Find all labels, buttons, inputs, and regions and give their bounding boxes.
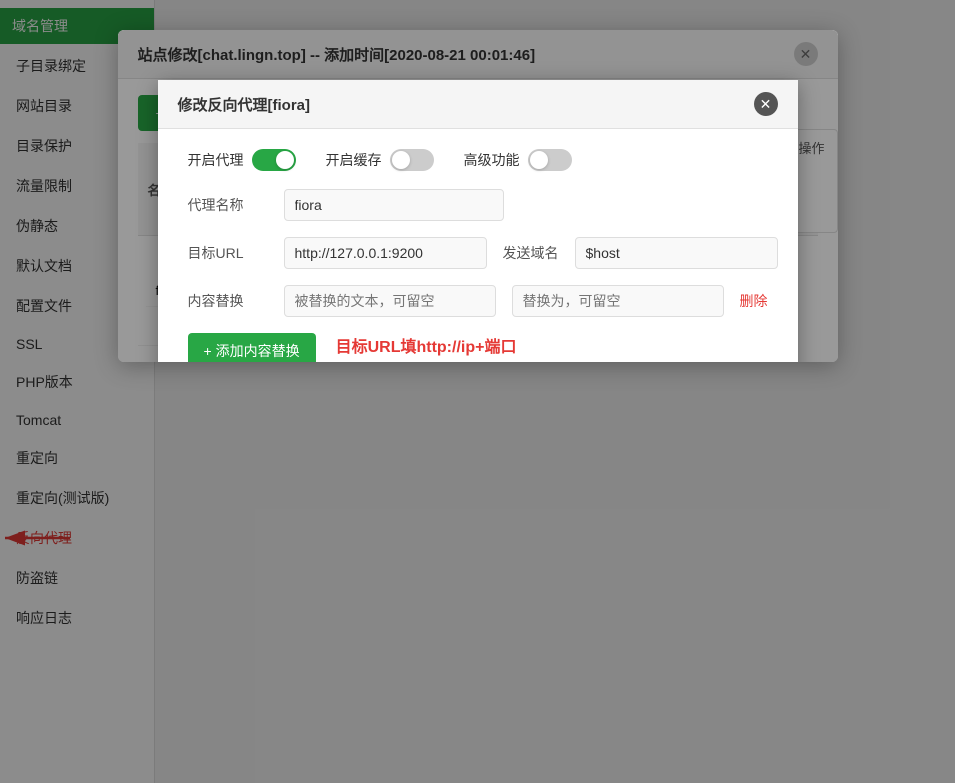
enable-proxy-toggle[interactable] (252, 149, 296, 171)
enable-cache-toggle[interactable] (390, 149, 434, 171)
enable-proxy-group: 开启代理 (188, 149, 296, 171)
enable-cache-label: 开启缓存 (326, 150, 382, 170)
content-replace-label: 内容替换 (188, 291, 268, 311)
arrow-1 (813, 134, 838, 214)
callout-text: 目标URL填http://ip+端口发送域名自动生成 (336, 335, 517, 362)
inner-dialog-body: 开启代理 开启缓存 高级功能 (158, 129, 798, 362)
outer-modal-overlay: 站点修改[chat.lingn.top] -- 添加时间[2020-08-21 … (0, 0, 955, 783)
target-url-row: 目标URL 发送域名 (188, 237, 768, 269)
advanced-group: 高级功能 (464, 149, 572, 171)
inner-dialog-header: 修改反向代理[fiora] ✕ (158, 80, 798, 129)
enable-proxy-label: 开启代理 (188, 150, 244, 170)
outer-dialog: 站点修改[chat.lingn.top] -- 添加时间[2020-08-21 … (118, 30, 838, 362)
advanced-toggle[interactable] (528, 149, 572, 171)
advanced-knob (530, 151, 548, 169)
content-replace-input-from[interactable] (284, 285, 496, 317)
target-url-input[interactable] (284, 237, 487, 269)
inner-modal-overlay: 修改反向代理[fiora] ✕ 开启代理 开启缓存 (118, 30, 838, 362)
content-replace-input-to[interactable] (512, 285, 724, 317)
send-domain-input[interactable] (575, 237, 778, 269)
inner-dialog-title: 修改反向代理[fiora] (178, 94, 311, 115)
inner-dialog: 修改反向代理[fiora] ✕ 开启代理 开启缓存 (158, 80, 798, 362)
enable-cache-group: 开启缓存 (326, 149, 434, 171)
send-domain-label: 发送域名 (503, 243, 559, 263)
proxy-name-label: 代理名称 (188, 195, 268, 215)
enable-proxy-knob (276, 151, 294, 169)
content-replace-row: 内容替换 删除 (188, 285, 768, 317)
proxy-name-row: 代理名称 (188, 189, 768, 221)
enable-cache-knob (392, 151, 410, 169)
advanced-label: 高级功能 (464, 150, 520, 170)
inner-close-button[interactable]: ✕ (754, 92, 778, 116)
add-content-replace-button[interactable]: + 添加内容替换 (188, 333, 316, 362)
toggle-row: 开启代理 开启缓存 高级功能 (188, 149, 768, 171)
delete-replace-link[interactable]: 删除 (740, 291, 768, 311)
proxy-name-input[interactable] (284, 189, 504, 221)
target-url-label: 目标URL (188, 243, 268, 263)
